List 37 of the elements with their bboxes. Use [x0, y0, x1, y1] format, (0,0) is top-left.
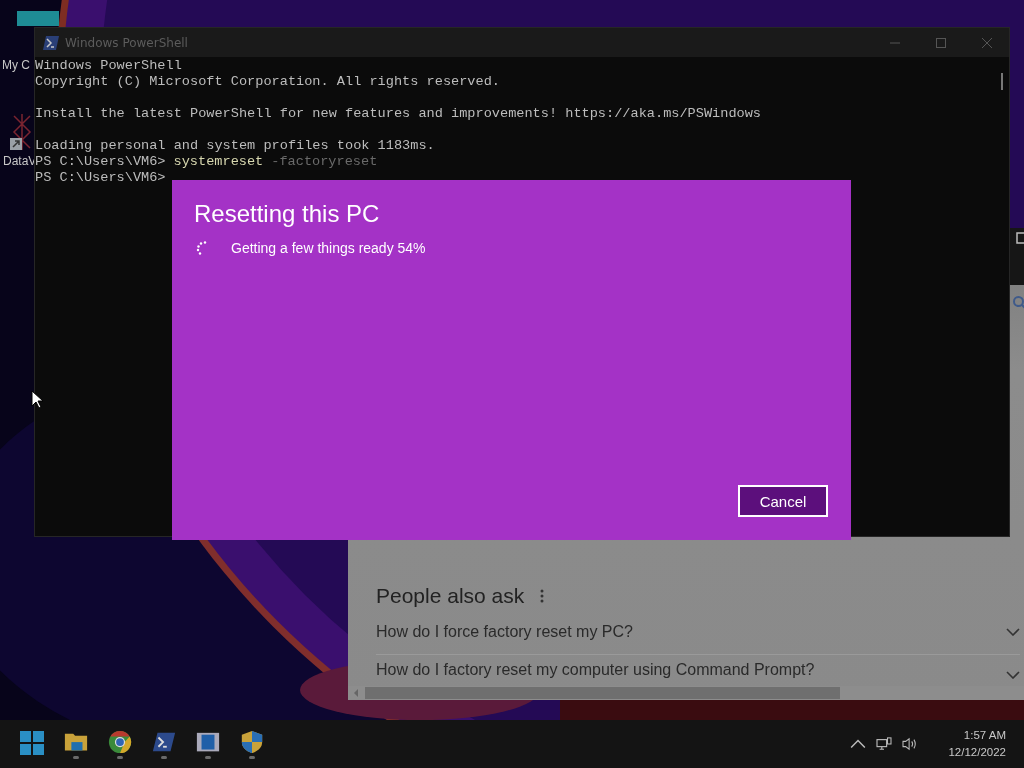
- window-title: Windows PowerShell: [65, 35, 188, 50]
- running-indicator: [205, 756, 211, 759]
- dialog-title: Resetting this PC: [194, 200, 380, 228]
- clock-time[interactable]: 1:57 AM: [963, 727, 1006, 744]
- command-argument: -factoryreset: [271, 154, 378, 170]
- question-link[interactable]: How do I factory reset my computer using Command Prompt?: [376, 661, 815, 679]
- question-link[interactable]: How do I force factory reset my PC?: [376, 623, 633, 641]
- chevron-down-icon[interactable]: [1006, 628, 1020, 636]
- film-icon[interactable]: [196, 731, 220, 754]
- console-output: Windows PowerShell: [35, 58, 182, 74]
- running-indicator: [117, 756, 123, 759]
- clock-date[interactable]: 12/12/2022: [948, 744, 1006, 761]
- more-options-icon[interactable]: [540, 589, 545, 603]
- running-indicator: [73, 756, 79, 759]
- chevron-down-icon[interactable]: [1006, 671, 1020, 679]
- cancel-button[interactable]: Cancel: [738, 485, 828, 517]
- powershell-icon[interactable]: [152, 731, 176, 754]
- scrollbar-thumb[interactable]: [1001, 73, 1003, 90]
- windows-logo-icon[interactable]: [20, 731, 44, 755]
- console-output: Copyright (C) Microsoft Corporation. All rights reserved.: [35, 74, 500, 90]
- chevron-up-icon[interactable]: [850, 737, 867, 751]
- running-indicator: [161, 756, 167, 759]
- section-heading: People also ask: [376, 584, 525, 608]
- chrome-icon[interactable]: [108, 731, 132, 754]
- monitor-icon[interactable]: [16, 10, 60, 26]
- console-prompt: PS C:\Users\VM6>: [35, 170, 166, 186]
- desktop-icon-label[interactable]: My C: [2, 58, 30, 72]
- console-output: Install the latest PowerShell for new features and improvements! https://aka.ms/PSWindows: [35, 106, 762, 122]
- shield-icon[interactable]: [240, 731, 264, 754]
- console-output: Loading personal and system profiles took 1183ms.: [35, 138, 435, 154]
- status-message: Getting a few things ready 54%: [231, 240, 426, 256]
- powershell-icon: [43, 35, 59, 50]
- console-prompt: PS C:\Users\VM6>: [35, 154, 166, 170]
- running-indicator: [249, 756, 255, 759]
- network-icon[interactable]: [876, 737, 893, 751]
- volume-icon[interactable]: [902, 737, 919, 751]
- console-command: systemreset: [173, 154, 264, 170]
